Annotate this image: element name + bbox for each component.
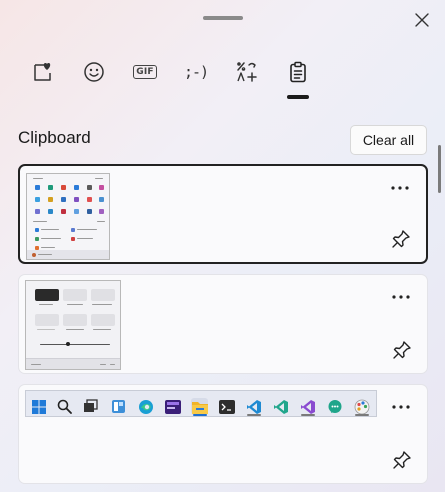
gif-icon: GIF (133, 65, 157, 79)
more-icon (391, 186, 409, 190)
file-explorer-icon (191, 398, 208, 415)
more-options-button[interactable] (388, 180, 412, 196)
heart-badge-icon (34, 63, 51, 81)
running-app-indicator (301, 414, 315, 416)
pin-button[interactable] (389, 447, 415, 473)
quick-settings-screenshot-thumbnail (25, 280, 121, 370)
more-options-button[interactable] (389, 399, 413, 415)
task-view-icon (82, 398, 99, 415)
more-options-button[interactable] (389, 289, 413, 305)
pin-icon (392, 230, 410, 248)
clear-all-button[interactable]: Clear all (350, 125, 427, 155)
close-icon (415, 13, 429, 27)
pin-icon (393, 341, 411, 359)
running-app-indicator (355, 414, 369, 416)
pin-icon (393, 451, 411, 469)
widgets-icon (110, 398, 127, 415)
clipboard-icon (290, 61, 306, 83)
emoji-smiley-icon (84, 62, 104, 82)
chat-app-icon (326, 398, 343, 415)
vscode-icon (245, 398, 262, 415)
symbols-icon (237, 62, 257, 82)
vscode-insiders-icon (272, 398, 289, 415)
scrollbar-thumb[interactable] (438, 145, 441, 193)
clipboard-item-2[interactable] (18, 274, 428, 374)
edge-browser-icon (137, 398, 154, 415)
windows-start-icon (30, 398, 47, 415)
pin-button[interactable] (388, 226, 414, 252)
running-app-indicator (247, 414, 261, 416)
app-icon-purple (164, 398, 181, 415)
clipboard-item-1[interactable] (18, 164, 428, 264)
active-tab-indicator (287, 95, 309, 99)
tab-stickers[interactable] (18, 52, 68, 92)
clipboard-item-3[interactable] (18, 384, 428, 484)
more-icon (392, 405, 410, 409)
tab-symbols[interactable] (222, 52, 272, 92)
tab-emoji[interactable] (69, 52, 119, 92)
search-icon (56, 398, 73, 415)
section-title: Clipboard (18, 128, 91, 147)
taskbar-screenshot-thumbnail (25, 390, 377, 417)
active-app-indicator (193, 414, 207, 416)
tab-kaomoji[interactable]: ;-) (171, 52, 221, 92)
terminal-icon (218, 398, 235, 415)
more-icon (392, 295, 410, 299)
drag-handle[interactable] (203, 16, 243, 20)
start-menu-screenshot-thumbnail (26, 173, 110, 260)
kaomoji-icon: ;-) (183, 63, 209, 81)
pin-button[interactable] (389, 337, 415, 363)
tab-clipboard[interactable] (273, 52, 323, 92)
tab-gif[interactable]: GIF (120, 52, 170, 92)
close-button[interactable] (410, 8, 434, 32)
visual-studio-icon (299, 398, 316, 415)
paint-app-icon (353, 398, 370, 415)
